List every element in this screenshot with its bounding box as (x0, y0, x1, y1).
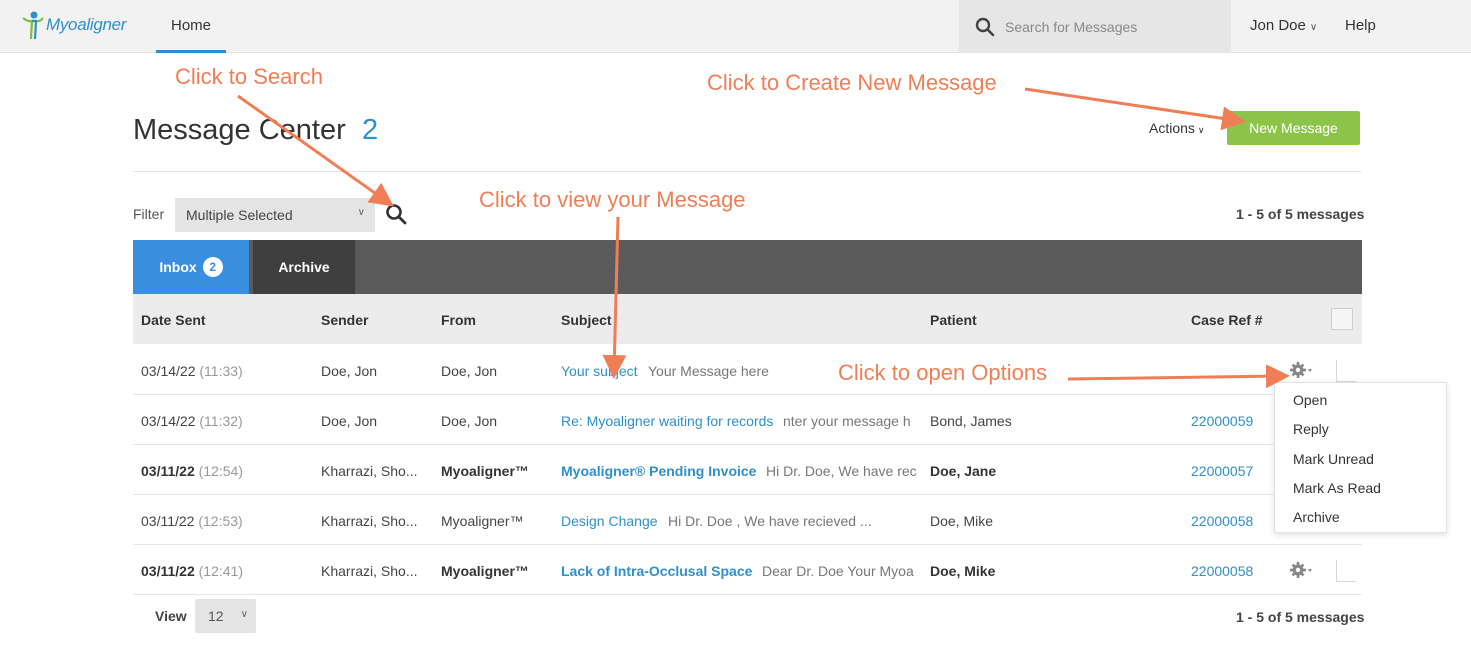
annotation-options: Click to open Options (838, 360, 1048, 385)
annotation-view: Click to view your Message (479, 187, 746, 212)
annotation-search: Click to Search (175, 64, 323, 89)
annotation-create: Click to Create New Message (707, 70, 997, 95)
annotation-arrows (237, 87, 1290, 389)
